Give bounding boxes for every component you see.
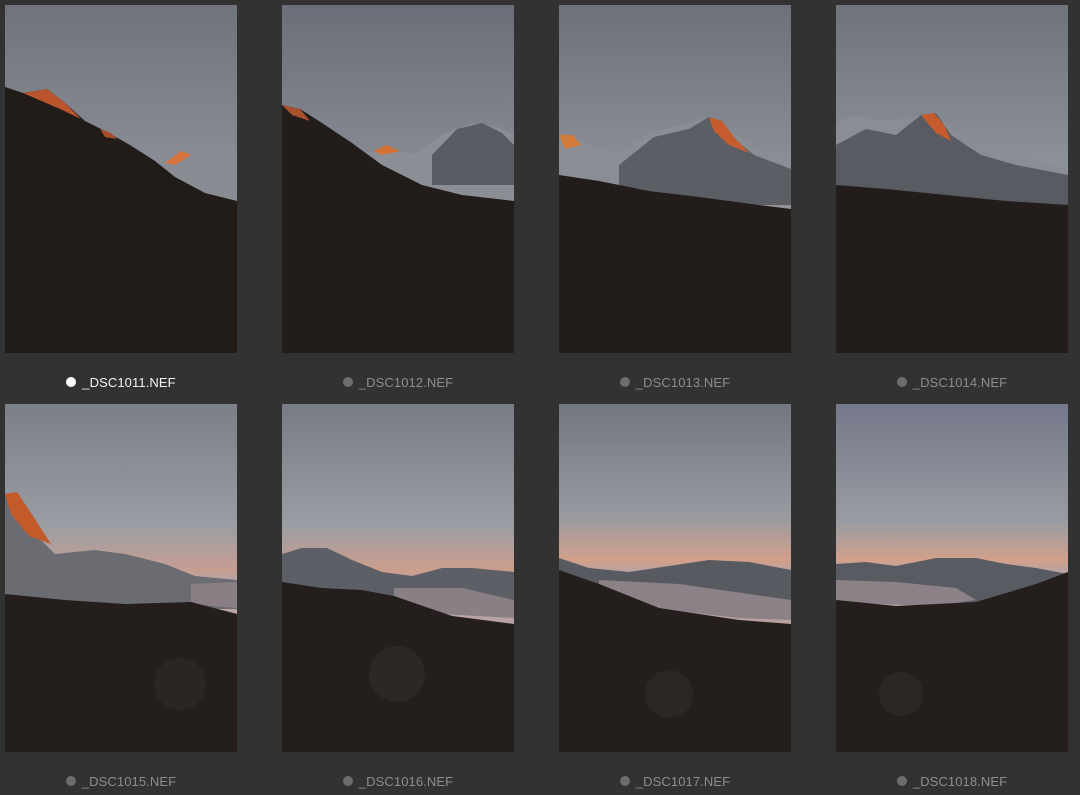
thumbnail-image bbox=[282, 404, 514, 752]
photo-grid: _DSC1011.NEF _DSC1012.NEF _DSC1013.NEF _… bbox=[0, 0, 1080, 795]
photo-thumbnail[interactable] bbox=[836, 404, 1068, 752]
selection-dot-icon[interactable] bbox=[342, 377, 353, 387]
photo-caption: _DSC1013.NEF bbox=[559, 374, 791, 390]
photo-thumbnail[interactable] bbox=[282, 5, 514, 353]
photo-thumbnail[interactable] bbox=[5, 5, 237, 353]
selection-dot-icon[interactable] bbox=[342, 776, 353, 786]
selection-dot-icon[interactable] bbox=[619, 776, 630, 786]
selection-dot-icon[interactable] bbox=[896, 776, 907, 786]
photo-filename: _DSC1013.NEF bbox=[635, 374, 731, 390]
thumbnail-image bbox=[836, 404, 1068, 752]
photo-filename: _DSC1016.NEF bbox=[358, 773, 454, 789]
thumbnail-image bbox=[5, 5, 237, 353]
photo-thumbnail[interactable] bbox=[836, 5, 1068, 353]
photo-caption: _DSC1012.NEF bbox=[282, 374, 514, 390]
photo-thumbnail[interactable] bbox=[5, 404, 237, 752]
selection-dot-icon[interactable] bbox=[619, 377, 630, 387]
photo-caption: _DSC1014.NEF bbox=[836, 374, 1068, 390]
thumbnail-image bbox=[559, 404, 791, 752]
photo-filename: _DSC1015.NEF bbox=[81, 773, 177, 789]
photo-filename: _DSC1014.NEF bbox=[912, 374, 1008, 390]
thumbnail-image bbox=[559, 5, 791, 353]
photo-caption: _DSC1017.NEF bbox=[559, 773, 791, 789]
photo-filename: _DSC1018.NEF bbox=[912, 773, 1008, 789]
photo-thumbnail[interactable] bbox=[282, 404, 514, 752]
photo-caption: _DSC1018.NEF bbox=[836, 773, 1068, 789]
selection-dot-icon[interactable] bbox=[66, 377, 77, 387]
photo-filename: _DSC1011.NEF bbox=[82, 374, 176, 390]
photo-filename: _DSC1017.NEF bbox=[635, 773, 731, 789]
photo-thumbnail[interactable] bbox=[559, 5, 791, 353]
photo-thumbnail[interactable] bbox=[559, 404, 791, 752]
thumbnail-image bbox=[836, 5, 1068, 353]
selection-dot-icon[interactable] bbox=[896, 377, 907, 387]
photo-caption: _DSC1016.NEF bbox=[282, 773, 514, 789]
photo-filename: _DSC1012.NEF bbox=[358, 374, 454, 390]
photo-caption: _DSC1011.NEF bbox=[5, 374, 237, 390]
thumbnail-image bbox=[5, 404, 237, 752]
photo-caption: _DSC1015.NEF bbox=[5, 773, 237, 789]
selection-dot-icon[interactable] bbox=[65, 776, 76, 786]
thumbnail-image bbox=[282, 5, 514, 353]
